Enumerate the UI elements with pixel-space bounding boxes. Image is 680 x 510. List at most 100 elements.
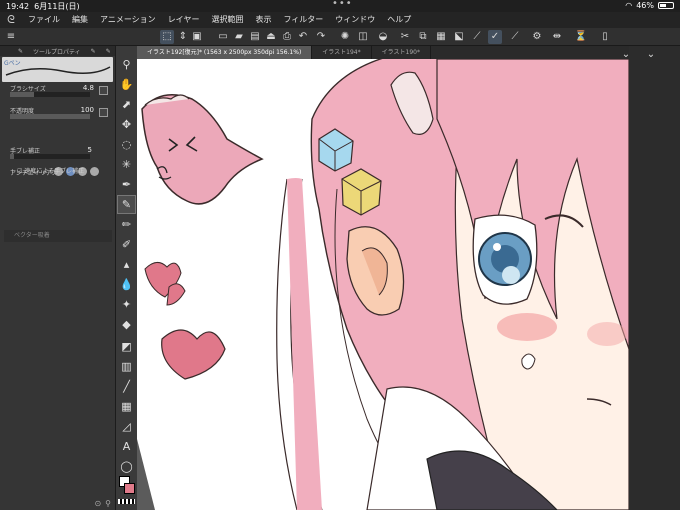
export-icon[interactable]: ⏏ xyxy=(264,30,278,44)
stabilization-value: 5 xyxy=(87,146,92,154)
stabilization-row[interactable]: 手ブレ補正 5 xyxy=(0,146,116,161)
menu-selection[interactable]: 選択範囲 xyxy=(205,12,249,28)
settings-icon[interactable]: ⚙ xyxy=(530,30,544,44)
brush-tab-icon[interactable]: ✎ xyxy=(91,48,96,55)
balloon-tool-icon[interactable]: ◯ xyxy=(118,458,135,475)
stabilization-slider[interactable] xyxy=(10,154,90,159)
tab-illust-194[interactable]: イラスト194* xyxy=(312,46,372,59)
ruler-tool-icon[interactable]: ◿ xyxy=(118,418,135,435)
menu-animation[interactable]: アニメーション xyxy=(94,12,162,28)
device-icon[interactable]: ▯ xyxy=(598,30,612,44)
gradient-icon[interactable]: ▥ xyxy=(118,358,135,375)
illustration xyxy=(137,59,629,510)
wifi-icon: ◠ xyxy=(625,1,633,10)
eraser-icon[interactable]: ◆ xyxy=(118,316,135,333)
auto-select-icon[interactable]: ✳ xyxy=(118,156,135,173)
speed-stabilization-checkbox[interactable]: ☑ xyxy=(17,168,22,175)
antialias-strong[interactable] xyxy=(90,167,99,176)
reset-icon[interactable]: ⊙ xyxy=(94,499,101,508)
flip-icon[interactable]: ⇹ xyxy=(550,30,564,44)
menu-edit[interactable]: 編集 xyxy=(66,12,94,28)
copy-icon[interactable]: ⧉ xyxy=(416,30,430,44)
subtool-preview[interactable]: Gペン xyxy=(2,57,113,82)
zoom-icon[interactable]: ⚲ xyxy=(105,499,111,508)
panel-tab-label[interactable]: ツールプロパティ xyxy=(33,47,81,56)
blend-tool-icon[interactable]: 💧 xyxy=(118,276,135,293)
tab-collapse-icon[interactable]: ⌄ xyxy=(619,48,633,62)
zoom-tool-icon[interactable]: ⚲ xyxy=(118,56,135,73)
menu-filter[interactable]: フィルター xyxy=(277,12,329,28)
loading-icon[interactable]: ✺ xyxy=(338,30,352,44)
vector-snap-row[interactable]: ベクター吸着 xyxy=(4,230,112,242)
rotate-icon[interactable]: ⏳ xyxy=(574,30,588,44)
stroke-icon[interactable]: ⟋ xyxy=(508,30,522,44)
decoration-icon[interactable]: ✦ xyxy=(118,296,135,313)
paste-icon[interactable]: ▦ xyxy=(434,30,448,44)
frame-tool-icon[interactable]: ▦ xyxy=(118,398,135,415)
swap-icon[interactable]: ⇕ xyxy=(176,30,190,44)
cut-icon[interactable]: ✂ xyxy=(398,30,412,44)
menu-toggle-icon[interactable]: ≡ xyxy=(4,30,18,44)
menu-bar: ᘓ ファイル 編集 アニメーション レイヤー 選択範囲 表示 フィルター ウィン… xyxy=(0,12,680,28)
frame-icon[interactable]: ▣ xyxy=(190,30,204,44)
pencil-tool-icon[interactable]: ✏ xyxy=(118,216,135,233)
app-logo-icon[interactable]: ᘓ xyxy=(0,12,22,28)
battery-text: 46% xyxy=(636,1,654,10)
clear-icon[interactable]: ◫ xyxy=(356,30,370,44)
sub-color-swatch[interactable] xyxy=(124,483,135,494)
add-icon[interactable]: + xyxy=(10,168,15,175)
open-folder-icon[interactable]: ▰ xyxy=(232,30,246,44)
pen-pressure-icon[interactable]: ✓ xyxy=(488,30,502,44)
eyedropper-icon[interactable]: ✒ xyxy=(118,176,135,193)
pen-tool-icon[interactable]: ✎ xyxy=(117,195,136,214)
tab-illust-192[interactable]: イラスト192[復元]* (1563 x 2500px 350dpi 156.1… xyxy=(137,46,313,59)
menu-window[interactable]: ウィンドウ xyxy=(329,12,381,28)
vector-snap-label: ベクター吸着 xyxy=(14,232,50,239)
lasso-tool-icon[interactable]: ◌ xyxy=(118,136,135,153)
fill-tool-icon[interactable]: ◩ xyxy=(118,338,135,355)
print-icon[interactable]: ⎙ xyxy=(280,30,294,44)
panel-tab-bar: ✎ ツールプロパティ ✎ ✎ xyxy=(0,46,115,56)
status-time: 19:42 6月11日(日) xyxy=(6,2,80,11)
opacity-slider[interactable] xyxy=(10,114,90,119)
right-panel-bar: ⌄ ⌄ xyxy=(622,46,680,510)
ruler-icon[interactable]: ⟋ xyxy=(470,30,484,44)
command-bar: ≡ ⬚ ⇕ ▣ ▭ ▰ ▤ ⏏ ⎙ ↶ ↷ ✺ ◫ ◒ ✂ ⧉ ▦ ⬕ ⟋ ✓ … xyxy=(0,28,680,46)
transform-icon[interactable]: ⬕ xyxy=(452,30,466,44)
menu-layer[interactable]: レイヤー xyxy=(162,12,206,28)
drawing-canvas[interactable] xyxy=(137,59,629,510)
transparent-color-swatch[interactable] xyxy=(118,499,135,504)
new-file-icon[interactable]: ▭ xyxy=(216,30,230,44)
status-bar: 19:42 6月11日(日) ••• ◠ 46% xyxy=(0,0,680,12)
move-tool-icon[interactable]: ✥ xyxy=(118,116,135,133)
hand-tool-icon[interactable]: ✋ xyxy=(118,76,135,93)
redo-icon[interactable]: ↷ xyxy=(314,30,328,44)
undo-icon[interactable]: ↶ xyxy=(296,30,310,44)
pen-tab-icon[interactable]: ✎ xyxy=(18,48,23,55)
speed-stabilization-label: 速度による手ブレ補正 xyxy=(24,168,85,175)
pressure-toggle[interactable] xyxy=(99,86,108,95)
object-tool-icon[interactable]: ⬈ xyxy=(118,96,135,113)
tab-illust-190[interactable]: イラスト190* xyxy=(372,46,431,59)
save-icon[interactable]: ▤ xyxy=(248,30,262,44)
fill-icon[interactable]: ◒ xyxy=(376,30,390,44)
brush-size-slider[interactable] xyxy=(10,92,90,97)
brush-tool-icon[interactable]: ✐ xyxy=(118,236,135,253)
speed-stabilization-row[interactable]: + ☑ 速度による手ブレ補正 xyxy=(10,166,84,175)
tool-bar: ⚲ ✋ ⬈ ✥ ◌ ✳ ✒ ✎ ✏ ✐ ▴ 💧 ✦ ◆ ◩ ▥ ╱ ▦ ◿ A … xyxy=(116,46,137,510)
airbrush-icon[interactable]: ▴ xyxy=(118,256,135,273)
line-tool-icon[interactable]: ╱ xyxy=(118,378,135,395)
brush-size-row[interactable]: ブラシサイズ 4.8 xyxy=(0,84,116,99)
menu-file[interactable]: ファイル xyxy=(22,12,66,28)
battery-icon xyxy=(658,2,674,9)
tool-property-panel: ✎ ツールプロパティ ✎ ✎ Gペン ブラシサイズ 4.8 不透明度 100 ア… xyxy=(0,46,116,510)
pen2-tab-icon[interactable]: ✎ xyxy=(106,48,111,55)
select-layer-icon[interactable]: ⬚ xyxy=(160,30,174,44)
menu-help[interactable]: ヘルプ xyxy=(381,12,417,28)
opacity-row[interactable]: 不透明度 100 xyxy=(0,106,116,121)
text-tool-icon[interactable]: A xyxy=(118,438,135,455)
panel-footer: ⊙ ⚲ xyxy=(94,499,111,508)
multitask-dots[interactable]: ••• xyxy=(332,0,353,9)
opacity-toggle[interactable] xyxy=(99,108,108,117)
menu-view[interactable]: 表示 xyxy=(249,12,277,28)
